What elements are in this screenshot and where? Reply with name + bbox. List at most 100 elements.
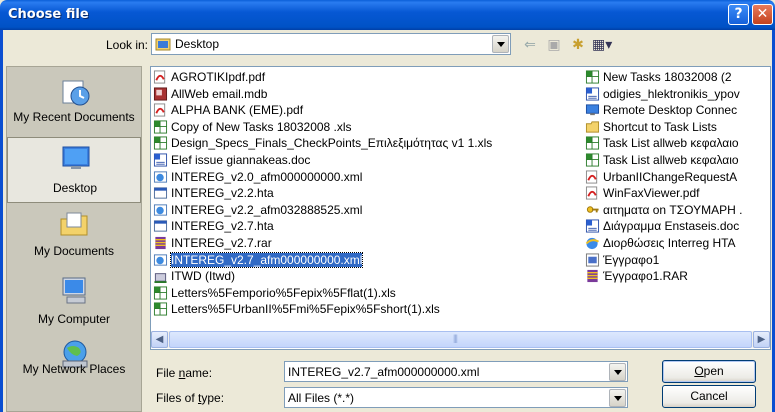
file-name: ITWD (Itwd) [171, 269, 235, 284]
ie-file-icon [585, 237, 600, 250]
file-item[interactable]: WinFaxViewer.pdf [583, 185, 742, 202]
file-item[interactable]: Copy of New Tasks 18032008 .xls [151, 119, 492, 136]
lookin-value: Desktop [175, 37, 220, 51]
file-name: INTEREG_v2.2_afm032888525.xml [171, 202, 363, 217]
file-name: Copy of New Tasks 18032008 .xls [171, 119, 352, 134]
hta-file-icon [153, 220, 168, 232]
cancel-button[interactable]: Cancel [662, 385, 756, 408]
filetype-select[interactable]: All Files (*.*) [284, 387, 628, 408]
file-item[interactable]: INTEREG_v2.2.hta [151, 185, 492, 202]
file-name: Task List allweb κεφαλαιο [603, 152, 739, 167]
rdp-file-icon [585, 104, 600, 116]
window-title: Choose file [8, 7, 89, 22]
filetype-label: Files of type: [156, 391, 225, 405]
open-button[interactable]: Open [662, 360, 756, 383]
filetype-value: All Files (*.*) [288, 391, 355, 405]
file-name: AllWeb email.mdb [171, 86, 268, 101]
file-item[interactable]: Elef issue giannakeas.doc [151, 152, 492, 169]
place-label: My Documents [33, 244, 115, 258]
app-file-icon [585, 252, 600, 267]
file-name: Διάγραμμα Enstaseis.doc [603, 219, 740, 234]
doc-file-icon [153, 153, 168, 167]
file-name: New Tasks 18032008 (2 [603, 70, 732, 84]
place-my-computer[interactable]: My Computer [7, 271, 141, 337]
scroll-thumb[interactable] [169, 331, 752, 348]
new-folder-icon[interactable]: ✱ [568, 34, 588, 54]
lookin-dropdown-arrow[interactable] [492, 35, 509, 53]
view-menu-icon[interactable]: ▦▾ [592, 34, 612, 54]
file-item[interactable]: Design_Specs_Finals_CheckPoints_Επιλεξιμ… [151, 135, 492, 152]
file-item[interactable]: odigies_hlektronikis_ypov [583, 86, 742, 103]
file-item[interactable]: Έγγραφο1 [583, 252, 742, 269]
horizontal-scrollbar[interactable]: ◀ ▶ [151, 331, 770, 348]
place-my-documents[interactable]: My Documents [7, 205, 141, 271]
file-item[interactable]: Διάγραμμα Enstaseis.doc [583, 218, 742, 235]
file-item[interactable]: INTEREG_v2.7.rar [151, 235, 492, 252]
file-item[interactable]: UrbanIIChangeRequestA [583, 169, 742, 186]
file-item[interactable]: Letters%5FUrbanII%5Fmi%5Fepix%5Fshort(1)… [151, 301, 492, 318]
file-item[interactable]: Shortcut to Task Lists [583, 119, 742, 136]
filename-value: INTEREG_v2.7_afm000000000.xml [288, 365, 480, 379]
file-name: AGROTIKIpdf.pdf [171, 70, 266, 84]
file-item[interactable]: Έγγραφο1.RAR [583, 268, 742, 285]
file-item[interactable]: Διορθώσεις Interreg HTA [583, 235, 742, 252]
up-folder-icon[interactable]: ▣ [544, 34, 564, 54]
lookin-label: Look in: [105, 38, 148, 52]
place-label: My Computer [37, 312, 111, 326]
file-name: αιτηματα on ΤΣΟΥΜΑΡΗ . [603, 202, 743, 217]
file-item[interactable]: αιτηματα on ΤΣΟΥΜΑΡΗ . [583, 202, 742, 219]
file-item[interactable]: Task List allweb κεφαλαιο [583, 135, 742, 152]
file-name: Shortcut to Task Lists [603, 119, 717, 134]
xml-file-icon [153, 204, 168, 216]
file-item[interactable]: Task List allweb κεφαλαιο [583, 152, 742, 169]
file-item[interactable]: INTEREG_v2.2_afm032888525.xml [151, 202, 492, 219]
file-name: INTEREG_v2.0_afm000000000.xml [171, 169, 363, 184]
file-item[interactable]: ITWD (Itwd) [151, 268, 492, 285]
xls-file-icon [585, 70, 600, 84]
file-item[interactable]: AGROTIKIpdf.pdf [151, 69, 492, 86]
place-desktop[interactable]: Desktop [7, 137, 141, 203]
scroll-right-button[interactable]: ▶ [753, 331, 770, 348]
help-button[interactable]: ? [728, 4, 749, 25]
xls-file-icon [585, 136, 600, 150]
place-recent-documents[interactable]: My Recent Documents [7, 71, 141, 137]
file-item[interactable]: New Tasks 18032008 (2 [583, 69, 742, 86]
lookin-dropdown[interactable]: Desktop [151, 33, 511, 55]
close-button[interactable]: ✕ [752, 4, 773, 25]
file-name: Remote Desktop Connec [603, 103, 738, 118]
back-icon[interactable]: ⇐ [520, 34, 540, 54]
place-network-places[interactable]: My Network Places [7, 335, 141, 401]
file-list[interactable]: AGROTIKIpdf.pdf AllWeb email.mdb ALPHA BAN… [150, 66, 771, 350]
filename-dropdown-arrow[interactable] [609, 363, 626, 381]
places-bar: My Recent Documents Desktop My Documents… [6, 66, 142, 412]
file-name: odigies_hlektronikis_ypov [603, 86, 740, 101]
doc-file-icon [585, 87, 600, 101]
file-item[interactable]: ALPHA BANK (EME).pdf [151, 102, 492, 119]
file-item[interactable]: INTEREG_v2.7_afm000000000.xml [151, 251, 492, 269]
file-item[interactable]: AllWeb email.mdb [151, 86, 492, 103]
pdf-file-icon [585, 170, 598, 184]
window-frame-left [0, 30, 3, 412]
file-item[interactable]: Remote Desktop Connec [583, 102, 742, 119]
filename-input[interactable]: INTEREG_v2.7_afm000000000.xml [284, 361, 628, 382]
my-documents-icon [60, 212, 88, 236]
scroll-left-button[interactable]: ◀ [151, 331, 168, 348]
place-label: My Network Places [22, 362, 126, 376]
place-label: Desktop [52, 181, 98, 195]
filename-label: File name: [156, 366, 213, 380]
xls-file-icon [153, 286, 168, 300]
file-item[interactable]: Letters%5Femporio%5Fepix%5Fflat(1).xls [151, 285, 492, 302]
file-column-1: AGROTIKIpdf.pdf AllWeb email.mdb ALPHA BAN… [151, 69, 492, 318]
file-name: Διορθώσεις Interreg HTA [603, 235, 736, 250]
file-item[interactable]: INTEREG_v2.7.hta [151, 218, 492, 235]
file-name: UrbanIIChangeRequestA [603, 169, 738, 184]
doc-file-icon [585, 219, 600, 233]
file-name: INTEREG_v2.7.rar [171, 235, 272, 250]
title-bar[interactable]: Choose file ? ✕ [0, 0, 775, 30]
file-item[interactable]: INTEREG_v2.0_afm000000000.xml [151, 169, 492, 186]
recent-documents-icon [62, 80, 90, 106]
filetype-dropdown-arrow[interactable] [609, 389, 626, 407]
desktop-icon [62, 146, 90, 169]
pdf-file-icon [153, 70, 166, 84]
rar-file-icon [155, 236, 166, 250]
